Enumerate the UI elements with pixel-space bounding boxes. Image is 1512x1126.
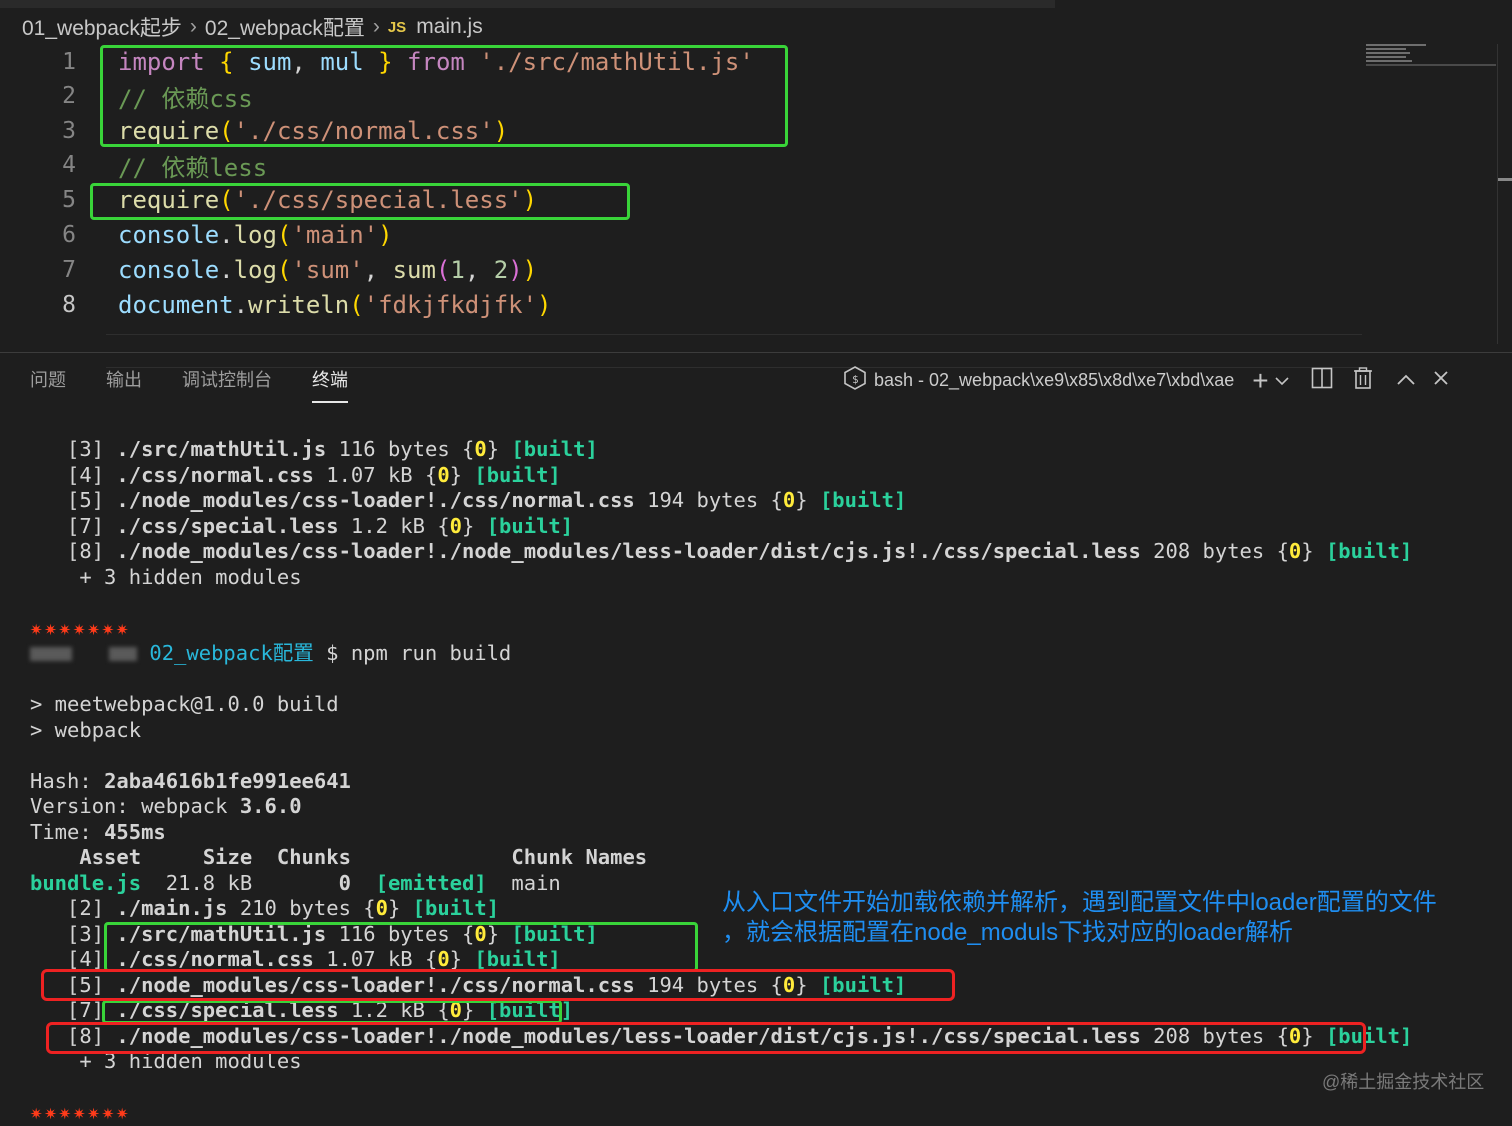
add-terminal-icon[interactable]: +: [1252, 366, 1268, 394]
terminal-line: Hash: 2aba4616b1fe991ee641: [30, 768, 351, 793]
code-comment: // 依赖less: [118, 153, 268, 182]
highlight-box-css-loader: [41, 969, 955, 1001]
line-number: 1: [62, 49, 76, 75]
terminal-line: [3] ./src/mathUtil.js 116 bytes {0} [bui…: [67, 437, 598, 461]
terminal-line: + 3 hidden modules: [79, 564, 302, 589]
terminal-line: Time: 455ms: [30, 819, 166, 844]
code-text: console.log('sum', sum(1, 2)): [118, 256, 538, 284]
terminal-shell-icon: $: [844, 366, 866, 395]
annotation-line: ，就会根据配置在node_moduls下找对应的loader解析: [722, 919, 1293, 946]
watermark: @稀土掘金技术社区: [1322, 1072, 1485, 1092]
annotation-note: 从入口文件开始加载依赖并解析，遇到配置文件中loader配置的文件 ，就会根据配…: [722, 888, 1502, 948]
annotation-line: 从入口文件开始加载依赖并解析，遇到配置文件中loader配置的文件: [722, 889, 1437, 916]
breadcrumb-file[interactable]: main.js: [416, 15, 483, 39]
chevron-right-icon: ›: [372, 15, 380, 38]
breadcrumb: 01_webpack起步 › 02_webpack配置 › JS main.js: [22, 12, 483, 42]
panel-actions: $ bash - 02_webpack\xe9\x85\x8d\xe7\xbd\…: [844, 366, 1449, 395]
line-number: 5: [62, 187, 76, 213]
editor-tab-strip: [0, 0, 1055, 8]
highlight-box-less-require: [90, 183, 630, 220]
code-line[interactable]: 4 // 依赖less: [0, 148, 1400, 182]
panel-tabs: 问题 输出 调试控制台 终端: [30, 366, 388, 403]
prompt-stars: ✷✷✷✷✷✷✷: [30, 615, 131, 640]
code-line[interactable]: 6 console.log('main'): [0, 218, 1400, 252]
line-number: 6: [62, 222, 76, 248]
split-terminal-icon[interactable]: [1311, 367, 1333, 394]
js-file-icon: JS: [387, 18, 407, 36]
code-text: document.writeln('fdkjfkdjfk'): [118, 291, 552, 319]
redacted-host: [109, 647, 138, 661]
editor-scrollbar[interactable]: [1497, 44, 1512, 344]
tab-debug-console[interactable]: 调试控制台: [182, 366, 272, 403]
line-number: 7: [62, 257, 76, 283]
terminal-prompt: 02_webpack配置 $ npm run build: [30, 641, 1500, 667]
prompt-stars: ✷✷✷✷✷✷✷: [30, 1100, 131, 1124]
tab-terminal[interactable]: 终端: [312, 366, 348, 403]
terminal-selector[interactable]: bash - 02_webpack\xe9\x85\x8d\xe7\xbd\xa…: [874, 370, 1234, 391]
terminal-line: Version: webpack 3.6.0: [30, 794, 302, 818]
terminal-line: [4] ./css/normal.css 1.07 kB {0} [built]: [67, 462, 561, 487]
breadcrumb-folder2[interactable]: 02_webpack配置: [205, 12, 365, 42]
line-number: 3: [62, 118, 76, 144]
terminal-line: [5] ./node_modules/css-loader!./css/norm…: [67, 488, 907, 512]
code-line[interactable]: 7 console.log('sum', sum(1, 2)): [0, 253, 1400, 287]
trash-icon[interactable]: [1353, 367, 1373, 394]
code-line[interactable]: 8 document.writeln('fdkjfkdjfk'): [0, 288, 1400, 322]
terminal-line: > webpack: [30, 717, 142, 742]
panel-divider[interactable]: [0, 352, 1512, 353]
line-number: 4: [62, 152, 76, 178]
terminal-line: [7] ./css/special.less 1.2 kB {0} [built…: [67, 513, 574, 538]
scrollbar-thumb[interactable]: [1498, 178, 1512, 181]
highlight-box-css-require: [100, 45, 788, 147]
highlight-box-less-loader: [46, 1022, 1366, 1054]
current-line-highlight: [106, 334, 1362, 368]
terminal-line: [8] ./node_modules/css-loader!./node_mod…: [67, 539, 1413, 563]
line-number: 8: [62, 292, 76, 318]
redacted-user: [30, 647, 72, 661]
highlight-box-css-modules: [104, 922, 698, 972]
svg-text:$: $: [852, 373, 859, 386]
chevron-right-icon: ›: [189, 15, 197, 38]
minimap[interactable]: [1366, 44, 1496, 72]
breadcrumb-folder1[interactable]: 01_webpack起步: [22, 12, 182, 42]
highlight-box-less-module: [102, 1000, 562, 1024]
terminal-line: > meetwebpack@1.0.0 build: [30, 692, 339, 716]
chevron-down-icon[interactable]: [1275, 370, 1289, 391]
asset-table-header: Asset Size Chunks Chunk Names: [79, 845, 648, 869]
maximize-panel-icon[interactable]: [1396, 370, 1415, 391]
close-icon[interactable]: [1433, 370, 1449, 391]
line-number: 2: [62, 83, 76, 109]
tab-problems[interactable]: 问题: [30, 366, 66, 403]
code-text: console.log('main'): [118, 221, 393, 249]
tab-output[interactable]: 输出: [106, 366, 142, 403]
